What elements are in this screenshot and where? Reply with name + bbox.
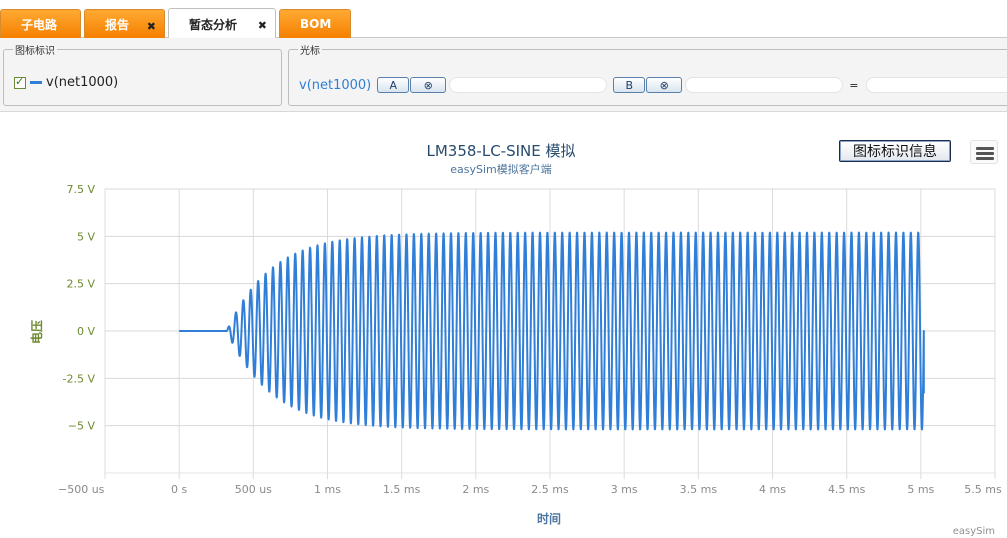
x-tick-label: 2.5 ms bbox=[531, 483, 569, 496]
x-tick-label: 5.5 ms bbox=[964, 483, 1002, 496]
x-tick-label: 0 s bbox=[171, 483, 187, 496]
y-tick-label: 7.5 V bbox=[66, 183, 95, 196]
y-tick-label: −5 V bbox=[68, 420, 96, 433]
y-axis-ticks: 7.5 V 5 V 2.5 V 0 V -2.5 V −5 V bbox=[63, 183, 96, 433]
y-axis-title: 电压 bbox=[29, 320, 44, 344]
x-tick-label: 5 ms bbox=[907, 483, 934, 496]
y-tick-label: 5 V bbox=[77, 230, 95, 243]
chart-credit[interactable]: easySim bbox=[953, 526, 995, 537]
x-tick-label: −500 us bbox=[58, 483, 105, 496]
x-tick-label: 2 ms bbox=[462, 483, 489, 496]
x-tick-label: 4 ms bbox=[759, 483, 786, 496]
x-tick-label: 1 ms bbox=[314, 483, 341, 496]
x-tick-label: 1.5 ms bbox=[383, 483, 421, 496]
x-tick-label: 500 us bbox=[235, 483, 272, 496]
y-tick-label: 2.5 V bbox=[66, 278, 95, 291]
x-tick-label: 3.5 ms bbox=[680, 483, 718, 496]
chart-title: LM358-LC-SINE 模拟 bbox=[427, 142, 576, 160]
legend-info-button[interactable]: 图标标识信息 bbox=[839, 140, 951, 162]
chart-subtitle: easySim模拟客户端 bbox=[450, 162, 552, 176]
x-tick-label: 3 ms bbox=[611, 483, 638, 496]
x-axis-title: 时间 bbox=[537, 511, 561, 526]
y-tick-label: -2.5 V bbox=[63, 372, 96, 385]
x-tick-label: 4.5 ms bbox=[828, 483, 866, 496]
y-tick-label: 0 V bbox=[77, 325, 95, 338]
hamburger-menu-icon[interactable] bbox=[970, 140, 998, 164]
transient-plot[interactable]: LM358-LC-SINE 模拟 easySim模拟客户端 7.5 V 5 V 2.… bbox=[0, 0, 1007, 538]
x-axis-ticks: −500 us 0 s 500 us 1 ms 1.5 ms 2 ms 2.5 ms 3 ms… bbox=[58, 483, 1002, 496]
